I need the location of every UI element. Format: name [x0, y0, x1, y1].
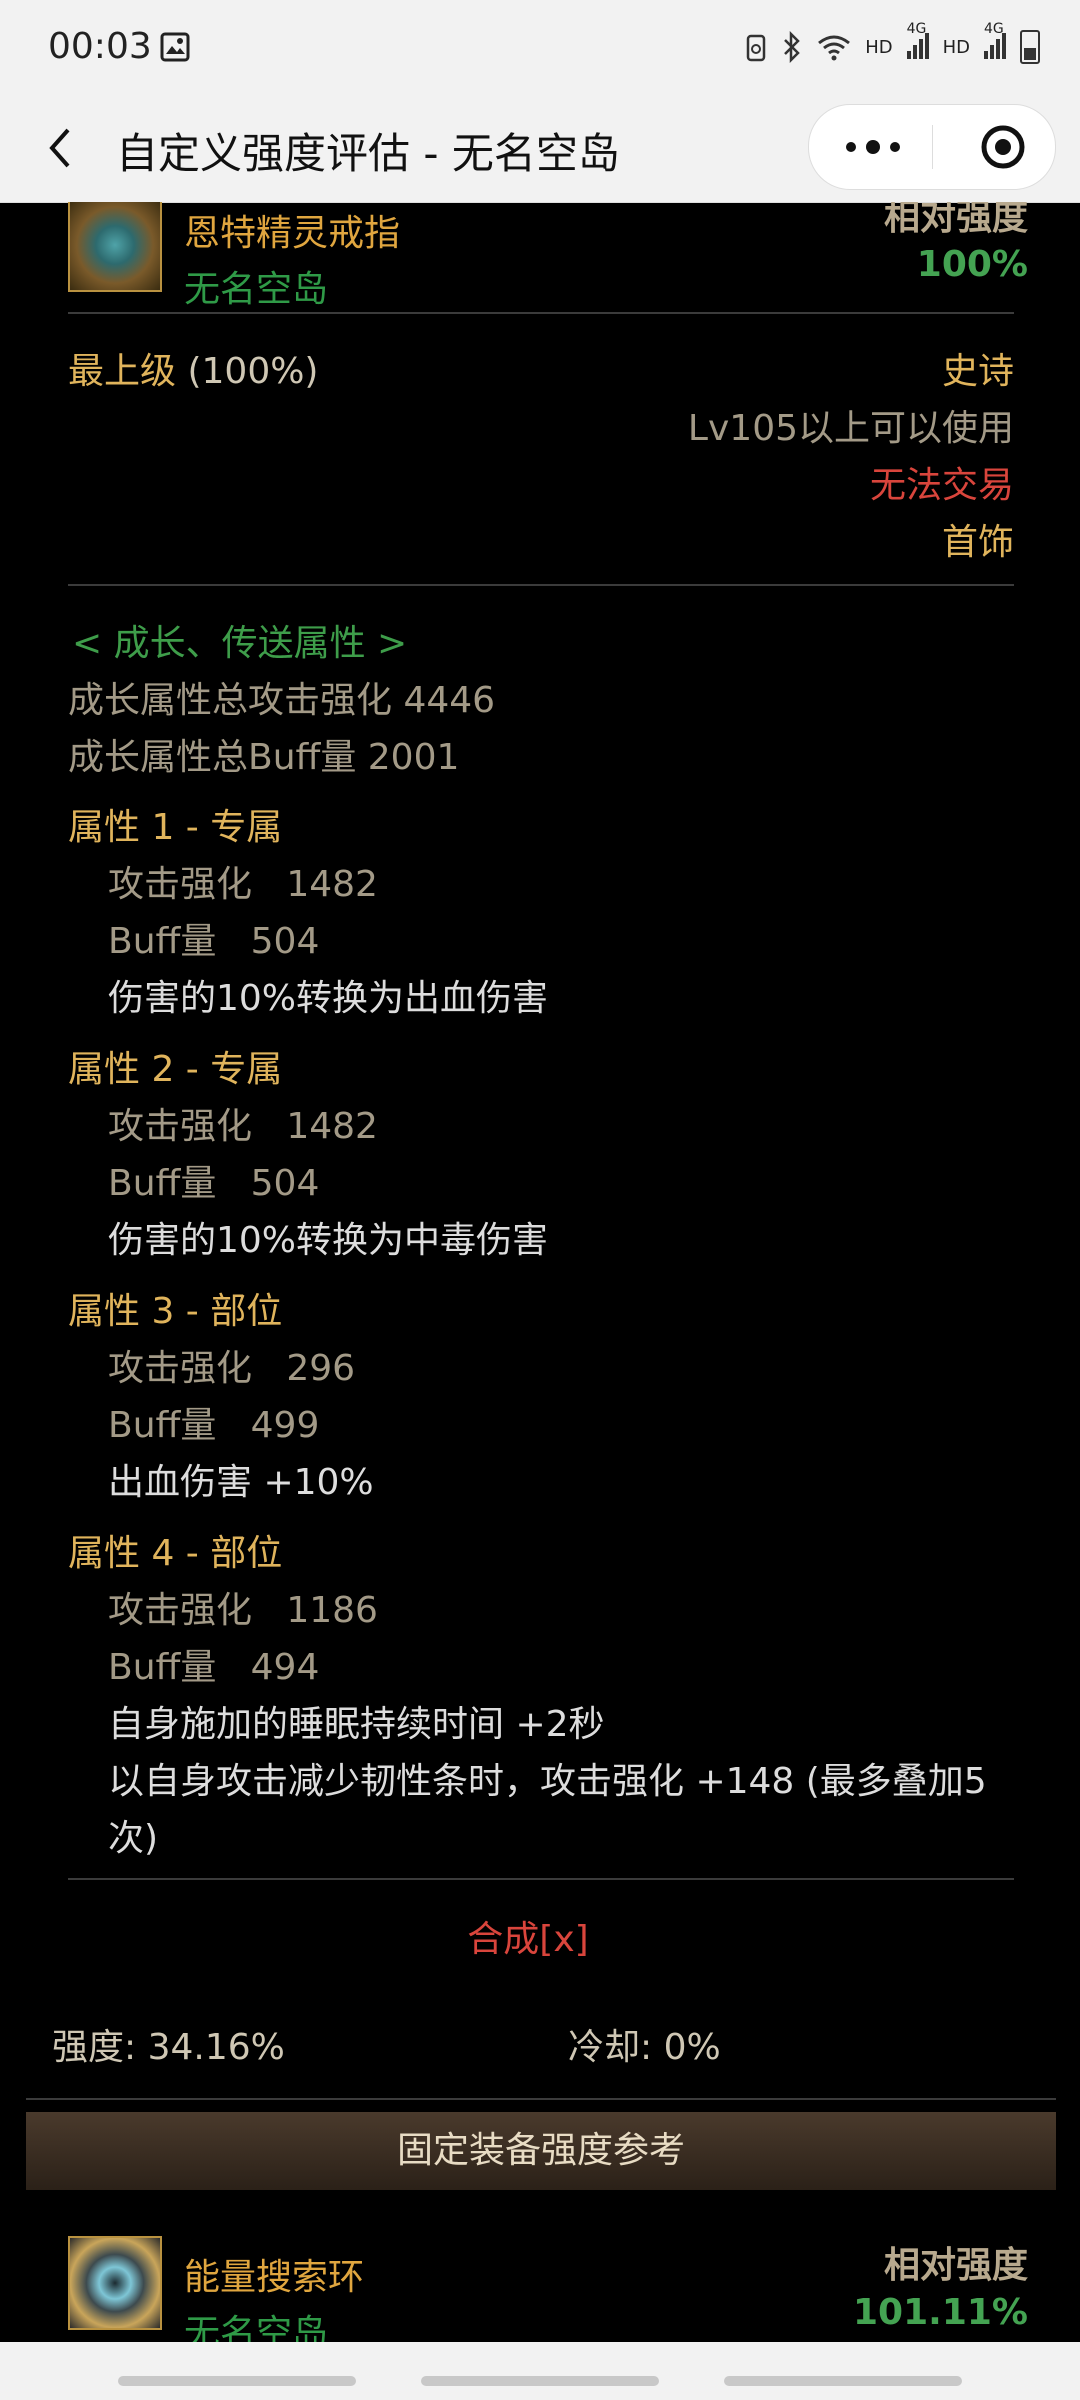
growth-total-attack: 成长属性总攻击强化 4446 — [68, 680, 496, 721]
mini-program-capsule — [808, 104, 1056, 190]
attribute-attack: 攻击强化 296 — [108, 1348, 356, 1389]
status-bar: 00:03 HD 4G HD 4G — [0, 0, 1080, 96]
attribute-attack: 攻击强化 1482 — [108, 1106, 378, 1147]
slot-type: 首饰 — [941, 522, 1014, 563]
item-header[interactable]: 恩特精灵戒指 无名空岛 相对强度 100% — [68, 202, 1028, 310]
attribute-effect: 以自身攻击减少韧性条时，攻击强化 +148 (最多叠加5 — [108, 1761, 987, 1802]
item-header[interactable]: 能量搜索环 无名空岛 相对强度 101.11% — [68, 2236, 1028, 2342]
wifi-icon — [818, 35, 851, 61]
relative-strength-label: 相对强度 — [883, 2245, 1028, 2286]
target-icon[interactable] — [979, 123, 1027, 171]
item-origin: 无名空岛 — [184, 2313, 329, 2342]
rarity-label: 史诗 — [941, 351, 1014, 392]
relative-strength-value: 101.11% — [853, 2292, 1028, 2333]
relative-strength-value: 100% — [916, 244, 1028, 285]
trade-status: 无法交易 — [869, 465, 1014, 506]
item-name: 恩特精灵戒指 — [184, 213, 401, 254]
capsule-divider — [932, 125, 933, 169]
status-icons: HD 4G HD 4G — [745, 21, 1040, 64]
ring-icon — [68, 2236, 162, 2330]
attribute-effect: 出血伤害 +10% — [108, 1462, 374, 1503]
attribute-effect-continued: 次) — [108, 1818, 159, 1859]
more-dots-icon[interactable] — [837, 125, 909, 169]
page-title: 自定义强度评估 - 无名空岛 — [116, 129, 620, 178]
item-origin: 无名空岛 — [184, 269, 329, 310]
fixed-equipment-panel-header[interactable]: 固定装备强度参考 — [26, 2112, 1056, 2190]
attribute-buff: Buff量 504 — [108, 1163, 320, 1204]
attribute-buff: Buff量 499 — [108, 1405, 320, 1446]
item-name: 能量搜索环 — [184, 2257, 365, 2298]
nav-pill[interactable] — [118, 2376, 356, 2386]
divider — [26, 2098, 1056, 2100]
gallery-icon — [160, 32, 190, 62]
network-label-2: 4G — [984, 20, 1004, 37]
network-label-1: 4G — [906, 20, 927, 37]
hd-label-2: HD — [942, 36, 970, 58]
recycle-icon — [746, 34, 766, 62]
content-scroll[interactable]: 恩特精灵戒指 无名空岛 相对强度 100% 最上级 (100%) 史诗 Lv10… — [0, 202, 1080, 2342]
attribute-title: 属性 2 - 专属 — [68, 1049, 283, 1090]
level-requirement: Lv105以上可以使用 — [687, 408, 1014, 449]
ring-icon — [68, 202, 162, 292]
status-time: 00:03 — [48, 26, 152, 67]
item-grade: 最上级 (100%) — [68, 342, 318, 394]
synthesize-link[interactable]: 合成[x] — [0, 1910, 1056, 1962]
back-icon[interactable] — [40, 120, 80, 176]
bottom-nav-bar — [0, 2342, 1080, 2400]
attribute-attack: 攻击强化 1186 — [108, 1590, 378, 1631]
title-bar: 自定义强度评估 - 无名空岛 — [0, 96, 1080, 203]
attribute-title: 属性 4 - 部位 — [68, 1533, 283, 1574]
nav-pill[interactable] — [724, 2376, 962, 2386]
battery-icon — [1020, 30, 1040, 64]
growth-total-buff: 成长属性总Buff量 2001 — [68, 737, 460, 778]
grade-label: 最上级 — [68, 351, 177, 392]
bluetooth-icon — [784, 31, 800, 63]
strength-stat: 强度: 34.16% — [52, 2027, 285, 2068]
divider — [68, 584, 1014, 586]
cooldown-stat: 冷却: 0% — [568, 2027, 721, 2068]
attribute-attack: 攻击强化 1482 — [108, 864, 378, 905]
attribute-effect: 伤害的10%转换为出血伤害 — [108, 978, 549, 1019]
growth-section-title: < 成长、传送属性 > — [72, 623, 408, 664]
nav-pill[interactable] — [421, 2376, 659, 2386]
attribute-effect: 自身施加的睡眠持续时间 +2秒 — [108, 1704, 605, 1745]
divider — [68, 1878, 1014, 1880]
hd-label-1: HD — [865, 36, 893, 58]
divider — [68, 312, 1014, 314]
attribute-title: 属性 3 - 部位 — [68, 1291, 283, 1332]
relative-strength-label: 相对强度 — [883, 202, 1028, 238]
attribute-buff: Buff量 504 — [108, 921, 320, 962]
attribute-title: 属性 1 - 专属 — [68, 807, 283, 848]
attribute-buff: Buff量 494 — [108, 1647, 320, 1688]
grade-percent: (100%) — [176, 351, 319, 392]
attribute-effect: 伤害的10%转换为中毒伤害 — [108, 1220, 549, 1261]
